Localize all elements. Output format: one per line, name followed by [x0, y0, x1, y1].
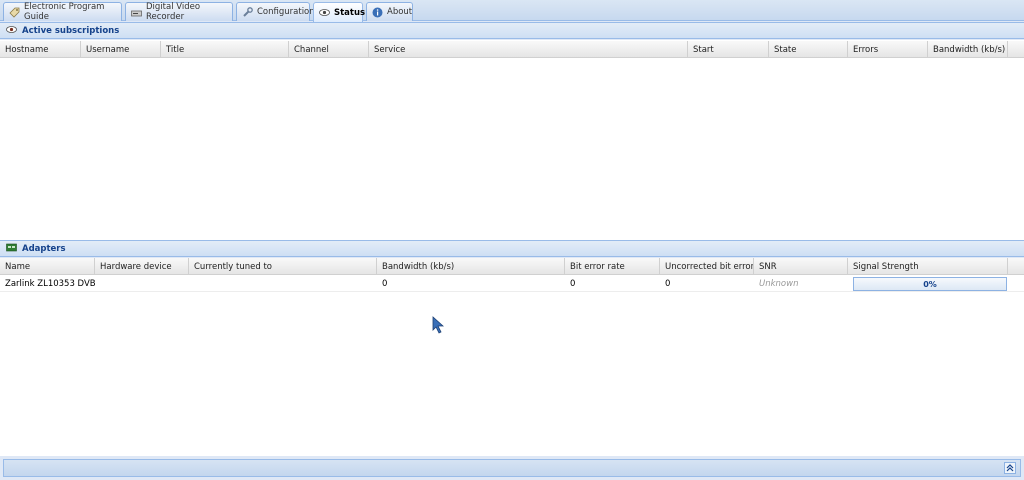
table-row[interactable]: Zarlink ZL10353 DVB-T 0 0 0 Unknown 0% — [0, 276, 1024, 292]
adapter-bandwidth: 0 — [382, 279, 388, 289]
tag-icon — [9, 7, 20, 18]
adapters-grid: Name Hardware device Currently tuned to … — [0, 258, 1024, 456]
tab-bar: Electronic Program Guide Digital Video R… — [0, 0, 1024, 22]
subscriptions-panel-header: Active subscriptions — [0, 22, 1024, 39]
eye-icon — [319, 7, 330, 18]
column-header-start[interactable]: Start — [688, 41, 769, 58]
mouse-cursor-icon — [432, 316, 445, 337]
column-header-snr[interactable]: SNR — [754, 258, 848, 275]
subscriptions-title: Active subscriptions — [22, 25, 120, 36]
column-header-hardware-device[interactable]: Hardware device — [95, 258, 189, 275]
column-header-bandwidth[interactable]: Bandwidth (kb/s) — [377, 258, 565, 275]
column-header-currently-tuned-to[interactable]: Currently tuned to — [189, 258, 377, 275]
subscriptions-grid-header: Hostname Username Title Channel Service … — [0, 41, 1024, 58]
adapter-snr: Unknown — [759, 279, 799, 289]
tab-about[interactable]: About — [366, 2, 413, 21]
expand-up-icon[interactable] — [1004, 462, 1016, 474]
subscriptions-grid: Hostname Username Title Channel Service … — [0, 40, 1024, 240]
column-header-uncorrected-bit-errors[interactable]: Uncorrected bit error... — [660, 258, 754, 275]
adapters-title: Adapters — [22, 243, 66, 254]
tab-configuration[interactable]: Configuration — [236, 2, 315, 21]
tab-label: Status — [334, 7, 366, 18]
signal-strength-value: 0% — [923, 279, 937, 289]
tab-label: Digital Video Recorder — [146, 2, 201, 22]
column-header-hostname[interactable]: Hostname — [0, 41, 81, 58]
tab-label: Electronic Program Guide — [24, 2, 105, 22]
wrench-icon — [242, 6, 253, 18]
column-header-errors[interactable]: Errors — [848, 41, 928, 58]
column-header-username[interactable]: Username — [81, 41, 161, 58]
column-header-name[interactable]: Name — [0, 258, 95, 275]
tab-status[interactable]: Status — [313, 2, 366, 22]
column-header-service[interactable]: Service — [369, 41, 688, 58]
recorder-icon — [131, 7, 142, 18]
eye-icon — [6, 25, 17, 37]
tab-digital-video-recorder[interactable]: Digital Video Recorder — [125, 2, 233, 22]
column-header-channel[interactable]: Channel — [289, 41, 369, 58]
bottom-panel-bar — [3, 459, 1021, 477]
adapter-name: Zarlink ZL10353 DVB-T — [5, 279, 95, 289]
info-icon — [372, 7, 383, 18]
adapter-tuned-to — [189, 276, 377, 292]
adapters-panel-header: Adapters — [0, 240, 1024, 257]
adapter-hardware-device — [95, 276, 189, 292]
column-header-signal-strength[interactable]: Signal Strength — [848, 258, 1008, 275]
tab-label: About — [387, 7, 413, 17]
adapter-uncorrected: 0 — [665, 279, 671, 289]
column-header-state[interactable]: State — [769, 41, 848, 58]
column-header-bit-error-rate[interactable]: Bit error rate — [565, 258, 660, 275]
adapter-card-icon — [6, 243, 17, 255]
tab-label: Configuration — [257, 7, 315, 17]
adapters-grid-header: Name Hardware device Currently tuned to … — [0, 258, 1024, 275]
adapter-bit-error-rate: 0 — [570, 279, 576, 289]
signal-strength-bar: 0% — [853, 277, 1007, 291]
column-header-bandwidth[interactable]: Bandwidth (kb/s) — [928, 41, 1008, 58]
column-header-title[interactable]: Title — [161, 41, 289, 58]
tab-electronic-program-guide[interactable]: Electronic Program Guide — [3, 2, 122, 22]
